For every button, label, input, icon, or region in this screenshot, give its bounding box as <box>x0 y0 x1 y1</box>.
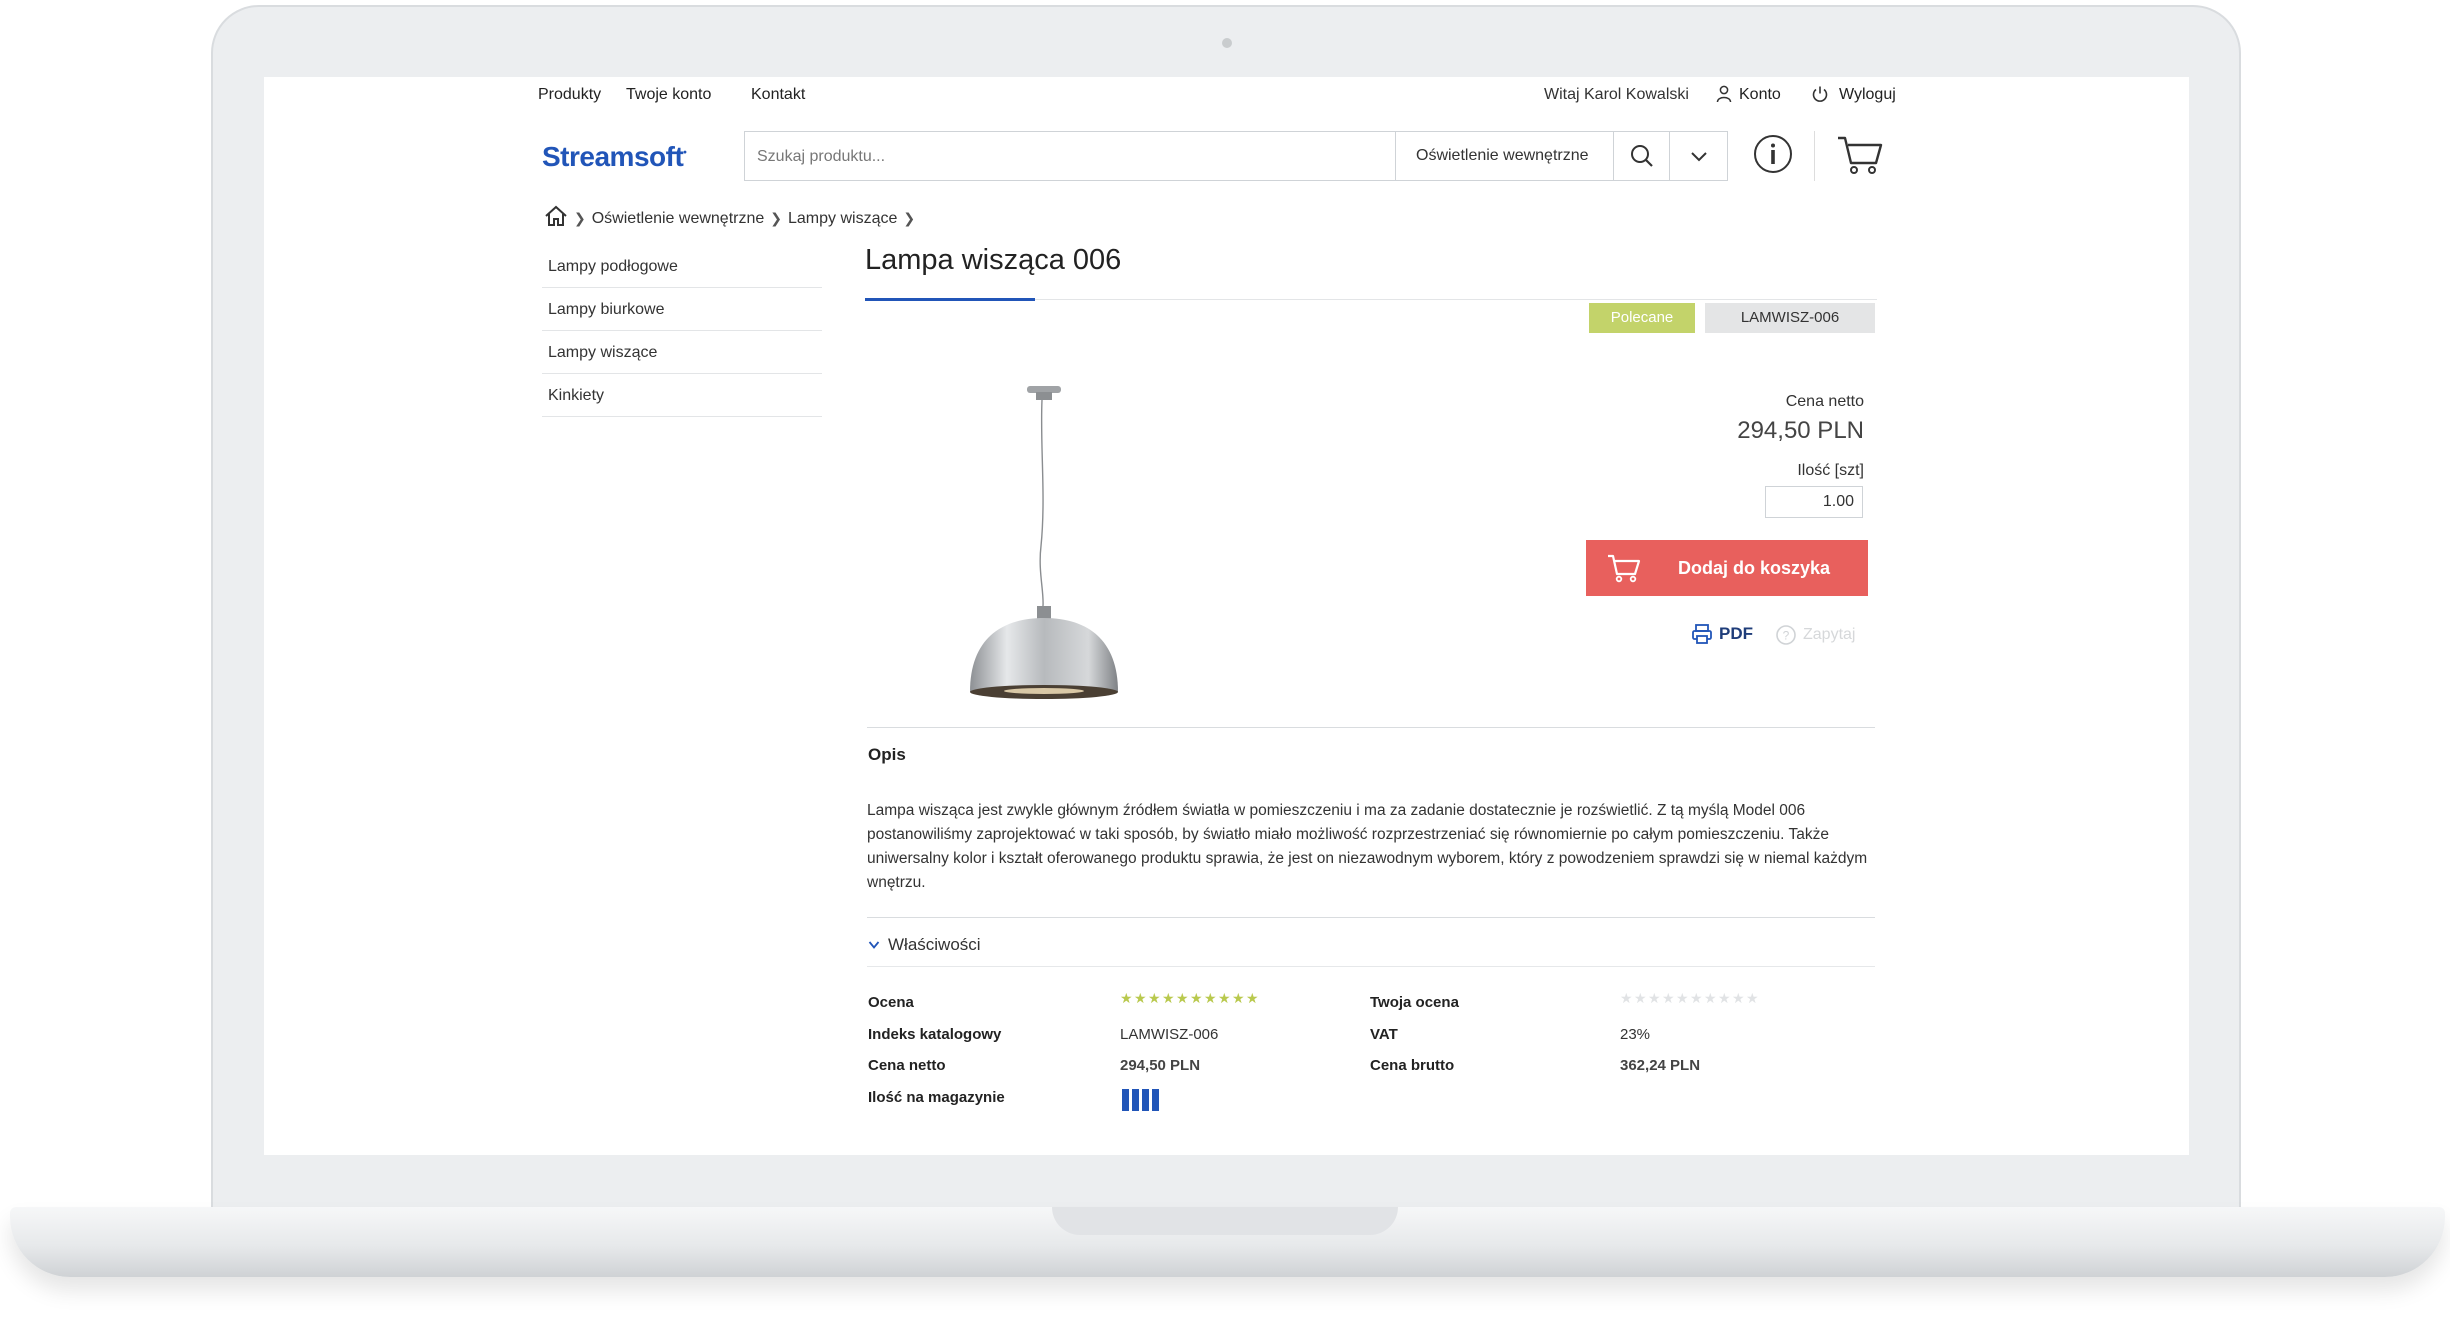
gross-price-value: 362,24 PLN <box>1620 1057 1701 1074</box>
printer-icon <box>1692 624 1712 644</box>
chevron-right-icon: ❯ <box>903 210 916 226</box>
star-icon[interactable]: ★ <box>1634 991 1647 1005</box>
description-divider <box>867 727 1875 728</box>
properties-inner-divider <box>867 966 1875 967</box>
vat-label: VAT <box>1370 1026 1398 1043</box>
product-title: Lampa wisząca 006 <box>865 244 1122 276</box>
power-icon[interactable] <box>1811 85 1829 108</box>
star-icon: ★ <box>1120 990 1133 1006</box>
your-rating-label: Twoja ocena <box>1370 994 1459 1011</box>
pdf-link[interactable]: PDF <box>1691 623 1753 645</box>
search-dropdown-button[interactable] <box>1669 132 1728 180</box>
ask-link[interactable]: ? Zapytaj <box>1775 624 1855 646</box>
chevron-right-icon: ❯ <box>574 210 586 226</box>
star-icon: ★ <box>1176 990 1189 1006</box>
star-icon[interactable]: ★ <box>1620 991 1633 1005</box>
sidebar-item-pendant-lamps[interactable]: Lampy wiszące <box>542 331 822 374</box>
chevron-right-icon: ❯ <box>770 210 782 226</box>
star-icon[interactable]: ★ <box>1648 991 1661 1005</box>
cart-icon[interactable] <box>1836 133 1884 182</box>
svg-text:?: ? <box>1783 629 1790 643</box>
star-icon: ★ <box>1148 990 1161 1006</box>
nav-account[interactable]: Twoje konto <box>626 86 711 104</box>
cart-icon <box>1608 554 1641 583</box>
sidebar-item-wall-lamps[interactable]: Kinkiety <box>542 374 822 417</box>
vat-value: 23% <box>1620 1026 1651 1043</box>
triangle-down-icon <box>868 941 880 949</box>
price-label: Cena netto <box>1785 393 1864 410</box>
gross-price-label: Cena brutto <box>1370 1057 1455 1074</box>
star-icon[interactable]: ★ <box>1718 991 1731 1005</box>
nav-konto[interactable]: Konto <box>1739 86 1781 104</box>
recommended-badge: Polecane <box>1589 303 1695 333</box>
your-rating-stars[interactable]: ★ ★ ★ ★ ★ ★ ★ ★ ★ ★ <box>1620 991 1759 1005</box>
star-icon[interactable]: ★ <box>1690 991 1703 1005</box>
question-icon: ? <box>1776 625 1796 645</box>
info-icon[interactable] <box>1752 133 1794 180</box>
properties-heading: Właściwości <box>888 935 981 954</box>
sidebar-item-floor-lamps[interactable]: Lampy podłogowe <box>542 245 822 288</box>
breadcrumb-item[interactable]: Oświetlenie wewnętrzne <box>592 210 765 228</box>
star-icon: ★ <box>1218 990 1231 1006</box>
search-icon <box>1631 145 1653 167</box>
quantity-label: Ilość [szt] <box>1797 462 1864 479</box>
header-separator <box>1814 131 1815 181</box>
stock-bar <box>1122 1089 1129 1111</box>
category-sidebar: Lampy podłogowe Lampy biurkowe Lampy wis… <box>542 245 822 417</box>
stock-bar <box>1132 1089 1139 1111</box>
star-icon[interactable]: ★ <box>1732 991 1745 1005</box>
nav-logout[interactable]: Wyloguj <box>1839 86 1896 104</box>
add-to-cart-label: Dodaj do koszyka <box>1678 558 1831 578</box>
laptop-screen: Produkty Twoje konto Kontakt Witaj Karol… <box>264 77 2189 1155</box>
home-icon[interactable] <box>544 205 568 232</box>
title-accent <box>865 298 1035 301</box>
stock-bar <box>1152 1089 1159 1111</box>
search-bar: Oświetlenie wewnętrzne <box>744 131 1728 182</box>
search-button[interactable] <box>1613 132 1670 180</box>
pdf-label: PDF <box>1719 624 1753 643</box>
quantity-input[interactable] <box>1765 486 1863 518</box>
user-icon <box>1716 85 1732 108</box>
star-icon[interactable]: ★ <box>1704 991 1717 1005</box>
rating-stars: ★ ★ ★ ★ ★ ★ ★ ★ ★ ★ <box>1120 990 1259 1006</box>
nav-products[interactable]: Produkty <box>538 86 601 104</box>
laptop-camera <box>1222 38 1232 48</box>
properties-divider <box>867 917 1875 918</box>
ask-label: Zapytaj <box>1803 626 1856 643</box>
star-icon: ★ <box>1204 990 1217 1006</box>
star-icon[interactable]: ★ <box>1662 991 1675 1005</box>
sidebar-item-desk-lamps[interactable]: Lampy biurkowe <box>542 288 822 331</box>
stock-bar <box>1142 1089 1149 1111</box>
laptop-notch <box>1052 1207 1398 1235</box>
stock-label: Ilość na magazynie <box>868 1089 1005 1106</box>
search-category-select[interactable]: Oświetlenie wewnętrzne <box>1395 132 1613 180</box>
breadcrumb-item[interactable]: Lampy wiszące <box>788 210 897 228</box>
properties-toggle[interactable]: Właściwości <box>868 935 981 955</box>
breadcrumb: ❯ Oświetlenie wewnętrzne ❯ Lampy wiszące… <box>544 205 915 232</box>
net-price-value: 294,50 PLN <box>1120 1057 1201 1074</box>
search-input[interactable] <box>745 132 1409 182</box>
welcome-text: Witaj Karol Kowalski <box>1544 86 1689 103</box>
add-to-cart-button[interactable]: Dodaj do koszyka <box>1586 540 1868 596</box>
star-icon[interactable]: ★ <box>1746 991 1759 1005</box>
product-image <box>954 386 1124 711</box>
star-icon: ★ <box>1190 990 1203 1006</box>
star-icon: ★ <box>1232 990 1245 1006</box>
rating-label: Ocena <box>868 994 914 1011</box>
logo[interactable]: Streamsoft• <box>542 141 687 173</box>
nav-contact[interactable]: Kontakt <box>751 86 805 104</box>
star-icon: ★ <box>1246 990 1259 1006</box>
sku-badge: LAMWISZ-006 <box>1705 303 1875 333</box>
star-icon: ★ <box>1134 990 1147 1006</box>
catalog-index-value: LAMWISZ-006 <box>1120 1026 1219 1043</box>
description-heading: Opis <box>868 745 906 764</box>
price-value: 294,50 PLN <box>1737 417 1864 444</box>
description-text: Lampa wisząca jest zwykle głównym źródłe… <box>867 802 1868 891</box>
catalog-index-label: Indeks katalogowy <box>868 1026 1002 1043</box>
star-icon[interactable]: ★ <box>1676 991 1689 1005</box>
stock-indicator <box>1122 1089 1159 1111</box>
star-icon: ★ <box>1162 990 1175 1006</box>
net-price-label: Cena netto <box>868 1057 946 1074</box>
chevron-down-icon <box>1691 152 1707 162</box>
